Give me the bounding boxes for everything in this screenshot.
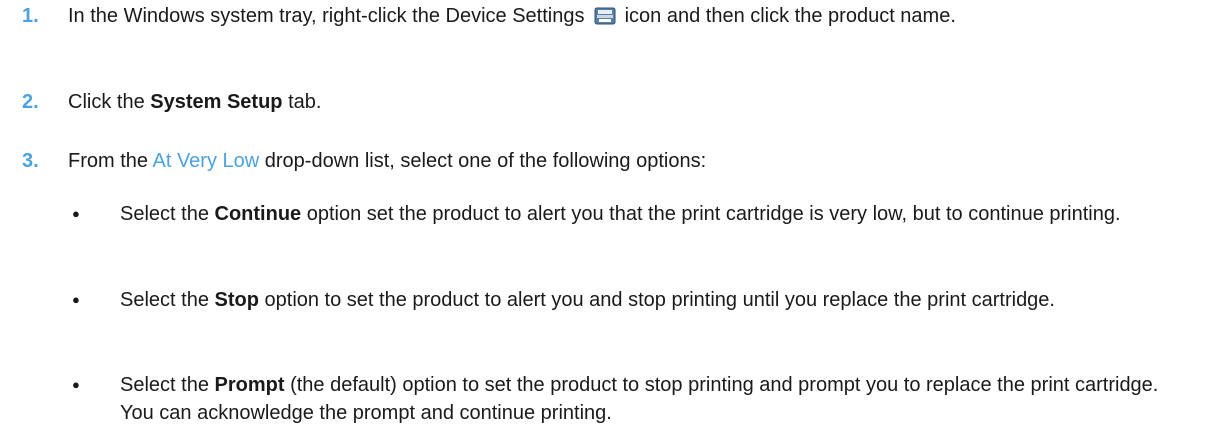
option-text: Select the Prompt (the default) option t…: [120, 371, 1180, 427]
step-number: 3.: [22, 150, 39, 172]
option-name: Continue: [214, 203, 302, 225]
bullet-icon: ●: [72, 377, 80, 392]
instructions-document: 1. In the Windows system tray, right-cli…: [0, 0, 1210, 445]
bullet-icon: ●: [72, 206, 80, 221]
step-text: In the Windows system tray, right-click …: [68, 2, 1178, 31]
step-number: 1.: [22, 5, 39, 27]
option-name: Stop: [214, 289, 259, 311]
system-setup-tab-name: System Setup: [150, 91, 283, 113]
option-prefix: Select the: [120, 203, 215, 225]
at-very-low-link[interactable]: At Very Low: [152, 150, 259, 172]
step-1-text-end: icon and then click the product name.: [619, 5, 956, 27]
step-1-text-start: In the Windows system tray, right-click …: [68, 5, 591, 27]
option-prefix: Select the: [120, 289, 215, 311]
bullet-icon: ●: [72, 292, 80, 307]
option-text: Select the Continue option set the produ…: [120, 200, 1180, 228]
step-text: From the At Very Low drop-down list, sel…: [68, 147, 1178, 176]
option-name: Prompt: [214, 374, 285, 396]
step-3-text-end: drop-down list, select one of the follow…: [259, 150, 707, 172]
step-text: Click the System Setup tab.: [68, 88, 1178, 117]
option-description: option set the product to alert you that…: [301, 203, 1121, 225]
option-description: option to set the product to alert you a…: [258, 289, 1056, 311]
option-prefix: Select the: [120, 374, 215, 396]
step-2-text-end: tab.: [282, 91, 322, 113]
step-number: 2.: [22, 91, 39, 113]
step-2-text-start: Click the: [68, 91, 151, 113]
option-text: Select the Stop option to set the produc…: [120, 286, 1180, 314]
step-3-text-start: From the: [68, 150, 153, 172]
printer-tray-icon: [594, 5, 616, 25]
